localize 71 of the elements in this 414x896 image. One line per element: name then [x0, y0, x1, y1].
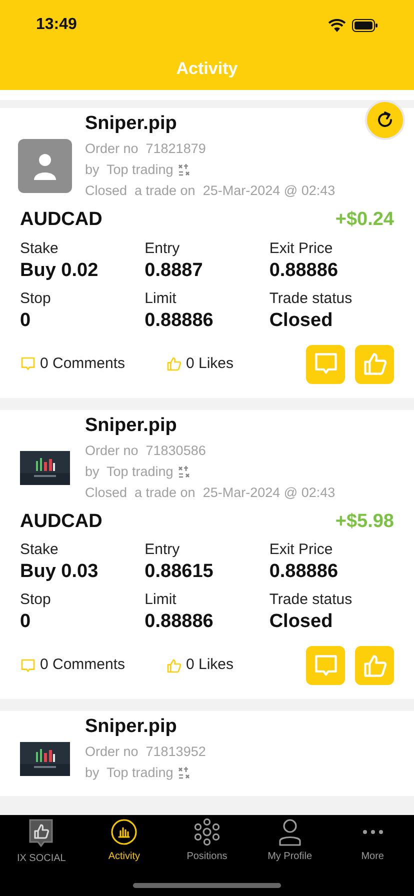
wifi-icon	[328, 18, 346, 32]
like-button[interactable]	[355, 646, 394, 685]
like-icon	[166, 356, 182, 372]
closed-date: Closed a trade on 25-Mar-2024 @ 02:43	[85, 484, 336, 502]
field-label: Stake	[20, 238, 60, 258]
ellipsis-icon	[362, 830, 383, 834]
field-label: Exit Price	[269, 540, 334, 560]
likes-count: 0 Likes	[186, 354, 234, 374]
field-value: 0.88886	[269, 258, 340, 282]
closed-date: Closed a trade on 25-Mar-2024 @ 02:43	[85, 182, 336, 200]
field-value: 0	[20, 610, 32, 634]
like-icon	[166, 658, 182, 674]
tab-item[interactable]: Positions	[166, 818, 248, 866]
field-value: 0.88615	[144, 560, 214, 584]
author-text: by Top trading	[85, 764, 174, 782]
tab-item[interactable]: IX SOCIAL	[0, 818, 83, 866]
field-value: Closed	[269, 610, 334, 634]
author-text: by Top trading	[85, 161, 174, 179]
field-value: 0.88886	[144, 610, 214, 634]
field-label: Stake	[20, 540, 60, 560]
bar-chart-icon	[110, 818, 138, 846]
comment-button[interactable]	[306, 646, 345, 685]
network-icon	[192, 818, 221, 846]
order-number: Order no 71813952	[85, 743, 206, 761]
trader-name: Sniper.pip	[85, 414, 178, 438]
field-value: 0.8887	[144, 258, 204, 282]
symbol: AUDCAD	[20, 208, 102, 232]
tab-item[interactable]: My Profile	[248, 818, 332, 866]
refresh-button[interactable]	[365, 100, 405, 140]
field-label: Limit	[144, 590, 178, 610]
like-button[interactable]	[355, 344, 394, 384]
field-label: Trade status	[269, 288, 354, 308]
field-value: 0.88886	[269, 560, 340, 584]
order-number: Order no 71830586	[85, 442, 207, 460]
likes-count: 0 Likes	[186, 655, 234, 676]
field-label: Entry	[144, 540, 181, 560]
author-text: by Top trading	[85, 462, 174, 480]
user-icon	[32, 152, 56, 180]
field-value: 0	[20, 308, 32, 332]
user-icon	[278, 818, 302, 846]
field-label: Stop	[20, 288, 52, 308]
field-label: Stop	[20, 590, 52, 610]
tab-item[interactable]: Activity	[82, 818, 166, 866]
comments-count: 0 Comments	[40, 354, 126, 374]
comments-count: 0 Comments	[40, 655, 126, 676]
field-label: Trade status	[269, 590, 354, 610]
thumbs-up-icon	[362, 351, 388, 377]
field-value: Closed	[269, 308, 334, 332]
status-time: 13:49	[36, 15, 77, 35]
thumbs-up-icon	[362, 652, 388, 678]
trader-name: Sniper.pip	[85, 715, 178, 739]
symbol: AUDCAD	[20, 510, 102, 534]
comment-button[interactable]	[306, 344, 345, 384]
profit: +$5.98	[335, 510, 394, 534]
battery-icon	[352, 18, 378, 32]
field-label: Exit Price	[269, 238, 334, 258]
field-value: Buy 0.03	[20, 560, 100, 584]
field-value: 0.88886	[144, 308, 214, 332]
profit: +$0.24	[335, 208, 394, 232]
field-label: Entry	[144, 238, 181, 258]
comment-icon	[20, 658, 36, 674]
page-title: Activity	[175, 58, 239, 80]
order-number: Order no 71821879	[85, 140, 207, 158]
thumbs-up-bubble-icon	[27, 818, 56, 848]
field-label: Limit	[144, 288, 178, 308]
trader-name: Sniper.pip	[85, 112, 178, 136]
refresh-icon	[375, 110, 395, 130]
comment-icon	[312, 652, 338, 678]
field-value: Buy 0.02	[20, 258, 100, 282]
tab-item[interactable]: More	[331, 818, 414, 866]
comment-icon	[20, 356, 36, 372]
